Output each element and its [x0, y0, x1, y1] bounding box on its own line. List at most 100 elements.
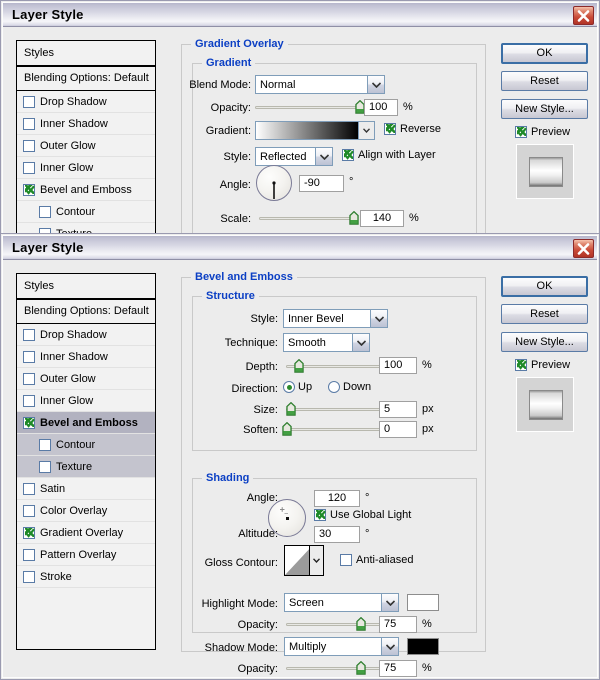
style-item-bevel-and-emboss[interactable]: Bevel and Emboss: [17, 179, 155, 201]
blend-mode-combo[interactable]: Normal: [255, 75, 385, 94]
chevron-down-icon[interactable]: [367, 76, 384, 93]
technique-combo[interactable]: Smooth: [283, 333, 370, 352]
style-item-outer-glow[interactable]: Outer Glow: [17, 368, 155, 390]
ok-button[interactable]: OK: [501, 43, 588, 64]
style-item-gradient-overlay[interactable]: Gradient Overlay: [17, 522, 155, 544]
style-item-checkbox[interactable]: [39, 461, 51, 473]
style-item-checkbox[interactable]: [23, 329, 35, 341]
style-item-checkbox[interactable]: [23, 549, 35, 561]
style-item-contour[interactable]: Contour: [17, 201, 155, 223]
style-item-inner-glow[interactable]: Inner Glow: [17, 390, 155, 412]
gradient-picker[interactable]: [255, 121, 375, 140]
style-item-checkbox[interactable]: [23, 483, 35, 495]
align-with-layer-checkbox-row[interactable]: Align with Layer: [342, 149, 436, 161]
altitude-input[interactable]: 30: [314, 526, 360, 543]
style-item-checkbox[interactable]: [23, 96, 35, 108]
chevron-down-icon[interactable]: [309, 546, 323, 575]
align-with-layer-checkbox[interactable]: [342, 149, 354, 161]
style-item-checkbox[interactable]: [39, 439, 51, 451]
dialog-2-titlebar[interactable]: Layer Style: [3, 236, 597, 260]
style-item-inner-shadow[interactable]: Inner Shadow: [17, 113, 155, 135]
highlight-opacity-slider[interactable]: [286, 617, 386, 631]
style-item-texture[interactable]: Texture: [17, 456, 155, 478]
opacity-slider[interactable]: [255, 100, 360, 114]
style-item-checkbox[interactable]: [23, 417, 35, 429]
highlight-opacity-input[interactable]: 75: [379, 616, 417, 633]
gloss-contour-swatch[interactable]: [284, 545, 324, 576]
style-item-contour[interactable]: Contour: [17, 434, 155, 456]
shadow-opacity-slider[interactable]: [286, 661, 386, 675]
new-style-button[interactable]: New Style...: [501, 332, 588, 352]
size-input[interactable]: 5: [379, 401, 417, 418]
highlight-color-swatch[interactable]: [407, 594, 439, 611]
style-item-checkbox[interactable]: [23, 162, 35, 174]
blending-options-row[interactable]: Blending Options: Default: [17, 67, 155, 91]
anti-aliased-checkbox-row[interactable]: Anti-aliased: [340, 554, 413, 566]
size-slider-knob[interactable]: [286, 402, 296, 416]
preview-checkbox-row[interactable]: Preview: [515, 359, 570, 371]
chevron-down-icon[interactable]: [352, 334, 369, 351]
use-global-light-checkbox[interactable]: [314, 509, 326, 521]
shadow-color-swatch[interactable]: [407, 638, 439, 655]
blending-options-row[interactable]: Blending Options: Default: [17, 300, 155, 324]
chevron-down-icon[interactable]: [370, 310, 387, 327]
chevron-down-icon[interactable]: [381, 638, 398, 655]
angle-dial[interactable]: [256, 165, 292, 201]
reverse-checkbox[interactable]: [384, 123, 396, 135]
scale-slider[interactable]: [259, 211, 354, 225]
new-style-button[interactable]: New Style...: [501, 99, 588, 119]
preview-checkbox-row[interactable]: Preview: [515, 126, 570, 138]
style-item-checkbox[interactable]: [23, 395, 35, 407]
depth-slider[interactable]: [286, 359, 386, 373]
use-global-light-checkbox-row[interactable]: Use Global Light: [314, 509, 411, 521]
style-item-checkbox[interactable]: [23, 373, 35, 385]
scale-input[interactable]: 140: [360, 210, 404, 227]
direction-up-radio[interactable]: Up: [283, 381, 312, 393]
highlight-mode-combo[interactable]: Screen: [284, 593, 399, 612]
shadow-opacity-input[interactable]: 75: [379, 660, 417, 677]
close-icon[interactable]: [573, 239, 594, 258]
direction-down-radio[interactable]: Down: [328, 381, 371, 393]
shading-angle-input[interactable]: 120: [314, 490, 360, 507]
style-item-satin[interactable]: Satin: [17, 478, 155, 500]
style-item-pattern-overlay[interactable]: Pattern Overlay: [17, 544, 155, 566]
highlight-opacity-slider-knob[interactable]: [356, 617, 366, 631]
preview-checkbox[interactable]: [515, 126, 527, 138]
style-item-checkbox[interactable]: [23, 118, 35, 130]
angle-input[interactable]: -90: [299, 175, 344, 192]
style-item-inner-glow[interactable]: Inner Glow: [17, 157, 155, 179]
style-item-checkbox[interactable]: [23, 140, 35, 152]
depth-input[interactable]: 100: [379, 357, 417, 374]
close-icon[interactable]: [573, 6, 594, 25]
dialog-1-titlebar[interactable]: Layer Style: [3, 3, 597, 27]
style-item-checkbox[interactable]: [23, 351, 35, 363]
soften-input[interactable]: 0: [379, 421, 417, 438]
bevel-style-combo[interactable]: Inner Bevel: [283, 309, 388, 328]
style-combo[interactable]: Reflected: [255, 147, 333, 166]
style-item-checkbox[interactable]: [23, 527, 35, 539]
reset-button[interactable]: Reset: [501, 71, 588, 91]
depth-slider-knob[interactable]: [294, 359, 304, 373]
chevron-down-icon[interactable]: [315, 148, 332, 165]
scale-slider-knob[interactable]: [349, 211, 359, 225]
style-item-drop-shadow[interactable]: Drop Shadow: [17, 91, 155, 113]
style-item-color-overlay[interactable]: Color Overlay: [17, 500, 155, 522]
preview-checkbox[interactable]: [515, 359, 527, 371]
ok-button[interactable]: OK: [501, 276, 588, 297]
style-item-drop-shadow[interactable]: Drop Shadow: [17, 324, 155, 346]
soften-slider-knob[interactable]: [282, 422, 292, 436]
chevron-down-icon[interactable]: [358, 122, 374, 139]
chevron-down-icon[interactable]: [381, 594, 398, 611]
style-item-bevel-and-emboss[interactable]: Bevel and Emboss: [17, 412, 155, 434]
reset-button[interactable]: Reset: [501, 304, 588, 324]
style-item-checkbox[interactable]: [23, 571, 35, 583]
shadow-mode-combo[interactable]: Multiply: [284, 637, 399, 656]
shadow-opacity-slider-knob[interactable]: [356, 661, 366, 675]
style-item-checkbox[interactable]: [23, 184, 35, 196]
style-item-checkbox[interactable]: [39, 206, 51, 218]
reverse-checkbox-row[interactable]: Reverse: [384, 123, 441, 135]
soften-slider[interactable]: [286, 422, 386, 436]
size-slider[interactable]: [286, 402, 386, 416]
style-item-inner-shadow[interactable]: Inner Shadow: [17, 346, 155, 368]
style-item-checkbox[interactable]: [23, 505, 35, 517]
